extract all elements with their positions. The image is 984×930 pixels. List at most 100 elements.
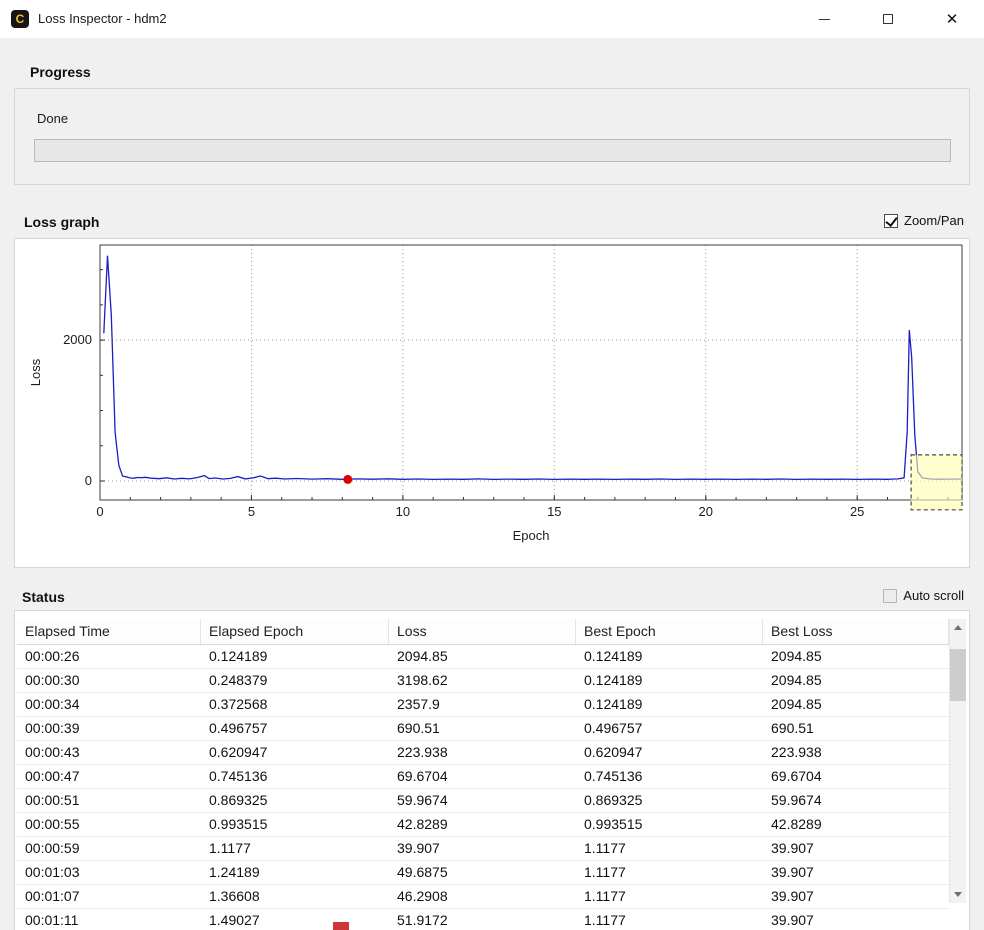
- svg-text:15: 15: [547, 504, 561, 519]
- table-cell: 00:00:26: [17, 645, 201, 668]
- app-icon-letter: C: [16, 12, 25, 26]
- minimize-icon: [819, 19, 830, 20]
- minimize-button[interactable]: [792, 0, 856, 38]
- table-cell: 00:00:51: [17, 789, 201, 812]
- checkbox-unchecked-icon: [883, 589, 897, 603]
- table-cell: 39.907: [763, 861, 949, 884]
- table-cell: 69.6704: [763, 765, 949, 788]
- loss-graph-groupbox: 051015202502000EpochLoss: [14, 238, 970, 568]
- table-cell: 00:00:34: [17, 693, 201, 716]
- table-cell: 39.907: [763, 909, 949, 930]
- table-cell: 0.496757: [201, 717, 389, 740]
- table-cell: 1.36608: [201, 885, 389, 908]
- table-cell: 00:00:43: [17, 741, 201, 764]
- column-header[interactable]: Best Epoch: [576, 619, 763, 644]
- titlebar[interactable]: C Loss Inspector - hdm2 ✕: [0, 0, 984, 38]
- status-table-header: Elapsed TimeElapsed EpochLossBest EpochB…: [17, 619, 949, 645]
- svg-text:Loss: Loss: [28, 358, 43, 386]
- table-cell: 69.6704: [389, 765, 576, 788]
- table-cell: 2094.85: [389, 645, 576, 668]
- loss-chart[interactable]: 051015202502000EpochLoss: [15, 239, 969, 567]
- table-cell: 0.869325: [576, 789, 763, 812]
- table-cell: 0.745136: [576, 765, 763, 788]
- scroll-down-icon: [954, 892, 962, 897]
- table-cell: 0.745136: [201, 765, 389, 788]
- column-header[interactable]: Loss: [389, 619, 576, 644]
- maximize-button[interactable]: [856, 0, 920, 38]
- table-cell: 0.620947: [576, 741, 763, 764]
- table-cell: 3198.62: [389, 669, 576, 692]
- progress-item-label: Done: [37, 111, 68, 126]
- status-groupbox: Elapsed TimeElapsed EpochLossBest EpochB…: [14, 610, 970, 930]
- table-row[interactable]: 00:00:591.117739.9071.117739.907: [17, 837, 949, 861]
- progress-section-label: Progress: [30, 64, 91, 80]
- column-header[interactable]: Elapsed Epoch: [201, 619, 389, 644]
- table-cell: 1.1177: [576, 861, 763, 884]
- table-cell: 1.24189: [201, 861, 389, 884]
- table-cell: 0.993515: [576, 813, 763, 836]
- window-title: Loss Inspector - hdm2: [38, 0, 167, 38]
- progress-groupbox: Done: [14, 88, 970, 185]
- table-cell: 59.9674: [389, 789, 576, 812]
- table-cell: 690.51: [763, 717, 949, 740]
- screen-edge-artifact: [333, 922, 349, 930]
- table-row[interactable]: 00:00:510.86932559.96740.86932559.9674: [17, 789, 949, 813]
- table-row[interactable]: 00:00:470.74513669.67040.74513669.6704: [17, 765, 949, 789]
- scroll-up-button[interactable]: [950, 619, 966, 636]
- scroll-up-icon: [954, 625, 962, 630]
- table-row[interactable]: 00:01:071.3660846.29081.117739.907: [17, 885, 949, 909]
- zoom-pan-checkbox[interactable]: Zoom/Pan: [884, 213, 964, 228]
- table-row[interactable]: 00:01:031.2418949.68751.117739.907: [17, 861, 949, 885]
- table-row[interactable]: 00:01:111.4902751.91721.117739.907: [17, 909, 949, 930]
- column-header[interactable]: Elapsed Time: [17, 619, 201, 644]
- auto-scroll-label: Auto scroll: [903, 588, 964, 603]
- table-cell: 39.907: [763, 837, 949, 860]
- table-row[interactable]: 00:00:300.2483793198.620.1241892094.85: [17, 669, 949, 693]
- progress-bar: [34, 139, 951, 162]
- table-cell: 39.907: [763, 885, 949, 908]
- table-row[interactable]: 00:00:260.1241892094.850.1241892094.85: [17, 645, 949, 669]
- table-cell: 49.6875: [389, 861, 576, 884]
- table-cell: 0.124189: [576, 669, 763, 692]
- svg-text:2000: 2000: [63, 332, 92, 347]
- zoom-pan-label: Zoom/Pan: [904, 213, 964, 228]
- scrollbar-track[interactable]: [950, 636, 966, 886]
- table-cell: 2094.85: [763, 645, 949, 668]
- table-cell: 42.8289: [763, 813, 949, 836]
- table-cell: 2094.85: [763, 693, 949, 716]
- close-icon: ✕: [946, 10, 959, 28]
- table-cell: 223.938: [763, 741, 949, 764]
- close-button[interactable]: ✕: [920, 0, 984, 38]
- table-scrollbar[interactable]: [949, 619, 966, 903]
- svg-text:Epoch: Epoch: [513, 528, 550, 543]
- table-row[interactable]: 00:00:550.99351542.82890.99351542.8289: [17, 813, 949, 837]
- app-icon: C: [11, 10, 29, 28]
- scrollbar-thumb[interactable]: [950, 649, 966, 701]
- svg-text:5: 5: [248, 504, 255, 519]
- column-header[interactable]: Best Loss: [763, 619, 949, 644]
- app-window: C Loss Inspector - hdm2 ✕ Progress Done …: [0, 0, 984, 930]
- table-row[interactable]: 00:00:390.496757690.510.496757690.51: [17, 717, 949, 741]
- table-cell: 0.496757: [576, 717, 763, 740]
- svg-text:20: 20: [699, 504, 713, 519]
- table-cell: 2357.9: [389, 693, 576, 716]
- table-cell: 1.49027: [201, 909, 389, 930]
- svg-text:25: 25: [850, 504, 864, 519]
- table-cell: 00:01:07: [17, 885, 201, 908]
- svg-text:0: 0: [85, 473, 92, 488]
- status-section-label: Status: [22, 589, 65, 605]
- table-cell: 59.9674: [763, 789, 949, 812]
- table-cell: 39.907: [389, 837, 576, 860]
- table-cell: 00:00:30: [17, 669, 201, 692]
- table-cell: 42.8289: [389, 813, 576, 836]
- table-row[interactable]: 00:00:430.620947223.9380.620947223.938: [17, 741, 949, 765]
- table-cell: 00:00:39: [17, 717, 201, 740]
- status-table-body: 00:00:260.1241892094.850.1241892094.8500…: [17, 645, 949, 930]
- table-cell: 0.620947: [201, 741, 389, 764]
- table-cell: 46.2908: [389, 885, 576, 908]
- scroll-down-button[interactable]: [950, 886, 966, 903]
- table-row[interactable]: 00:00:340.3725682357.90.1241892094.85: [17, 693, 949, 717]
- auto-scroll-checkbox[interactable]: Auto scroll: [883, 588, 964, 603]
- table-cell: 0.993515: [201, 813, 389, 836]
- maximize-icon: [883, 14, 893, 24]
